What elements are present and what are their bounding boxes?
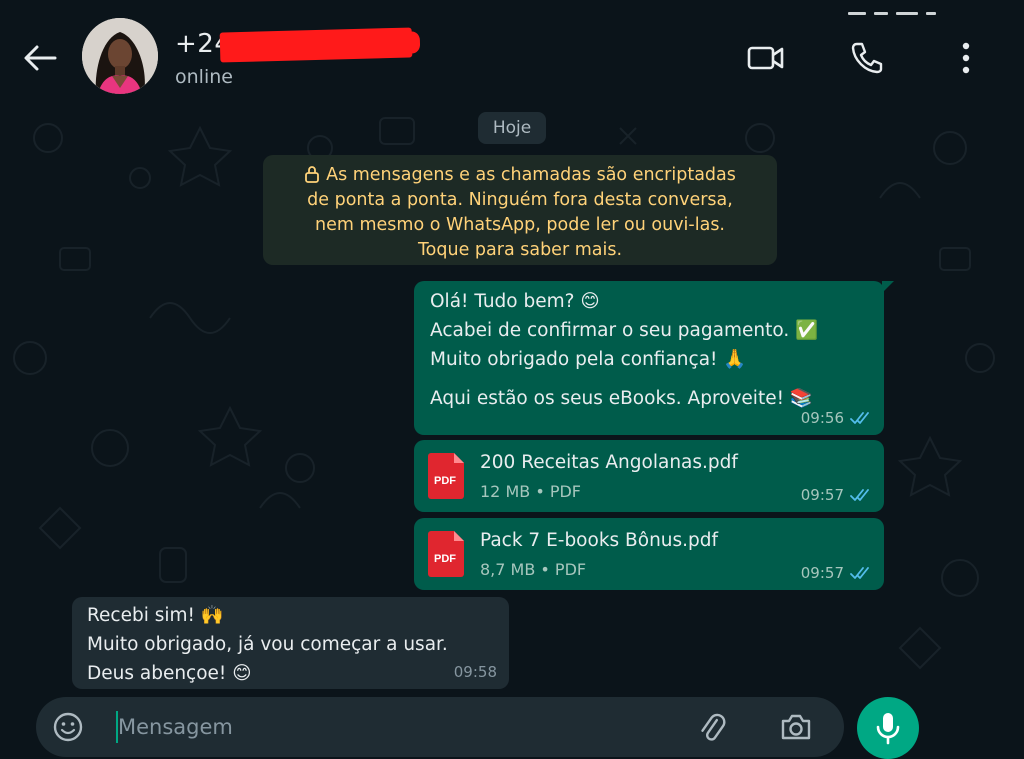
more-options-button[interactable] (944, 36, 988, 80)
status-bar-fragment (848, 0, 968, 15)
attach-button[interactable] (692, 709, 732, 745)
message-line: Recebi sim! 🙌 (87, 605, 224, 626)
message-line: Muito obrigado, já vou começar a usar. (87, 634, 448, 655)
voice-call-icon (851, 42, 883, 74)
emoji-icon (53, 712, 83, 742)
document-info: 8,7 MB • PDF (480, 560, 587, 579)
message-meta: 09:58 (454, 663, 497, 681)
message-meta: 09:57 (801, 564, 872, 582)
contact-photo-icon (82, 18, 158, 94)
video-call-icon (747, 46, 784, 70)
message-line: Deus abençoe! 😊 (87, 663, 252, 684)
message-composer (36, 697, 844, 757)
redaction-mark (219, 27, 413, 63)
message-time: 09:57 (800, 486, 844, 504)
lock-icon (305, 166, 319, 183)
voice-call-button[interactable] (845, 36, 889, 80)
message-bubble-incoming[interactable]: Recebi sim! 🙌 Muito obrigado, já vou com… (72, 597, 509, 689)
camera-icon (781, 714, 811, 740)
more-vert-icon (962, 42, 970, 74)
camera-button[interactable] (776, 709, 816, 745)
whatsapp-chat-screen: +244 online Hoje As mensagens e as chama… (0, 0, 1024, 759)
encryption-notice[interactable]: As mensagens e as chamadas são encriptad… (263, 155, 777, 265)
notice-line-4: Toque para saber mais. (417, 240, 623, 260)
emoji-button[interactable] (50, 709, 86, 745)
document-name: Pack 7 E-books Bônus.pdf (480, 530, 719, 551)
document-message[interactable]: PDF 200 Receitas Angolanas.pdf 12 MB • P… (414, 440, 884, 512)
notice-line-2: de ponta a ponta. Ninguém fora desta con… (307, 190, 733, 210)
message-input[interactable] (116, 711, 676, 743)
read-ticks-icon (850, 567, 869, 579)
video-call-button[interactable] (744, 36, 788, 80)
message-meta: 09:56 (801, 409, 872, 427)
message-time: 09:58 (453, 663, 497, 681)
message-time: 09:56 (800, 409, 844, 427)
message-meta: 09:57 (801, 486, 872, 504)
attach-icon (701, 713, 726, 741)
notice-line-1: As mensagens e as chamadas são encriptad… (326, 165, 736, 185)
message-time: 09:57 (800, 564, 844, 582)
chat-header: +244 online (0, 0, 1024, 108)
message-text: Recebi sim! 🙌 Muito obrigado, já vou com… (87, 601, 494, 688)
message-line: Olá! Tudo bem? 😊 (430, 291, 600, 312)
document-name: 200 Receitas Angolanas.pdf (480, 452, 738, 473)
back-button[interactable] (20, 38, 60, 78)
chat-area[interactable]: Hoje As mensagens e as chamadas são encr… (0, 108, 1024, 759)
pdf-file-icon: PDF (428, 531, 464, 577)
mic-icon (876, 713, 900, 745)
document-message[interactable]: PDF Pack 7 E-books Bônus.pdf 8,7 MB • PD… (414, 518, 884, 590)
message-text: Olá! Tudo bem? 😊 Acabei de confirmar o s… (430, 287, 868, 413)
voice-record-button[interactable] (857, 697, 919, 759)
date-chip: Hoje (478, 112, 546, 144)
bubble-tail (882, 281, 894, 293)
avatar[interactable] (82, 18, 158, 94)
contact-status: online (175, 66, 233, 88)
document-info: 12 MB • PDF (480, 482, 582, 501)
message-bubble-outgoing[interactable]: Olá! Tudo bem? 😊 Acabei de confirmar o s… (414, 281, 894, 435)
pdf-file-icon: PDF (428, 453, 464, 499)
read-ticks-icon (850, 412, 869, 424)
pdf-icon-label: PDF (434, 553, 456, 565)
back-arrow-icon (24, 45, 57, 71)
notice-line-3: nem mesmo o WhatsApp, pode ler ou ouvi-l… (315, 215, 725, 235)
message-line: Muito obrigado pela confiança! 🙏 (430, 349, 747, 370)
pdf-icon-label: PDF (434, 475, 456, 487)
message-line: Acabei de confirmar o seu pagamento. ✅ (430, 320, 819, 341)
read-ticks-icon (850, 489, 869, 501)
